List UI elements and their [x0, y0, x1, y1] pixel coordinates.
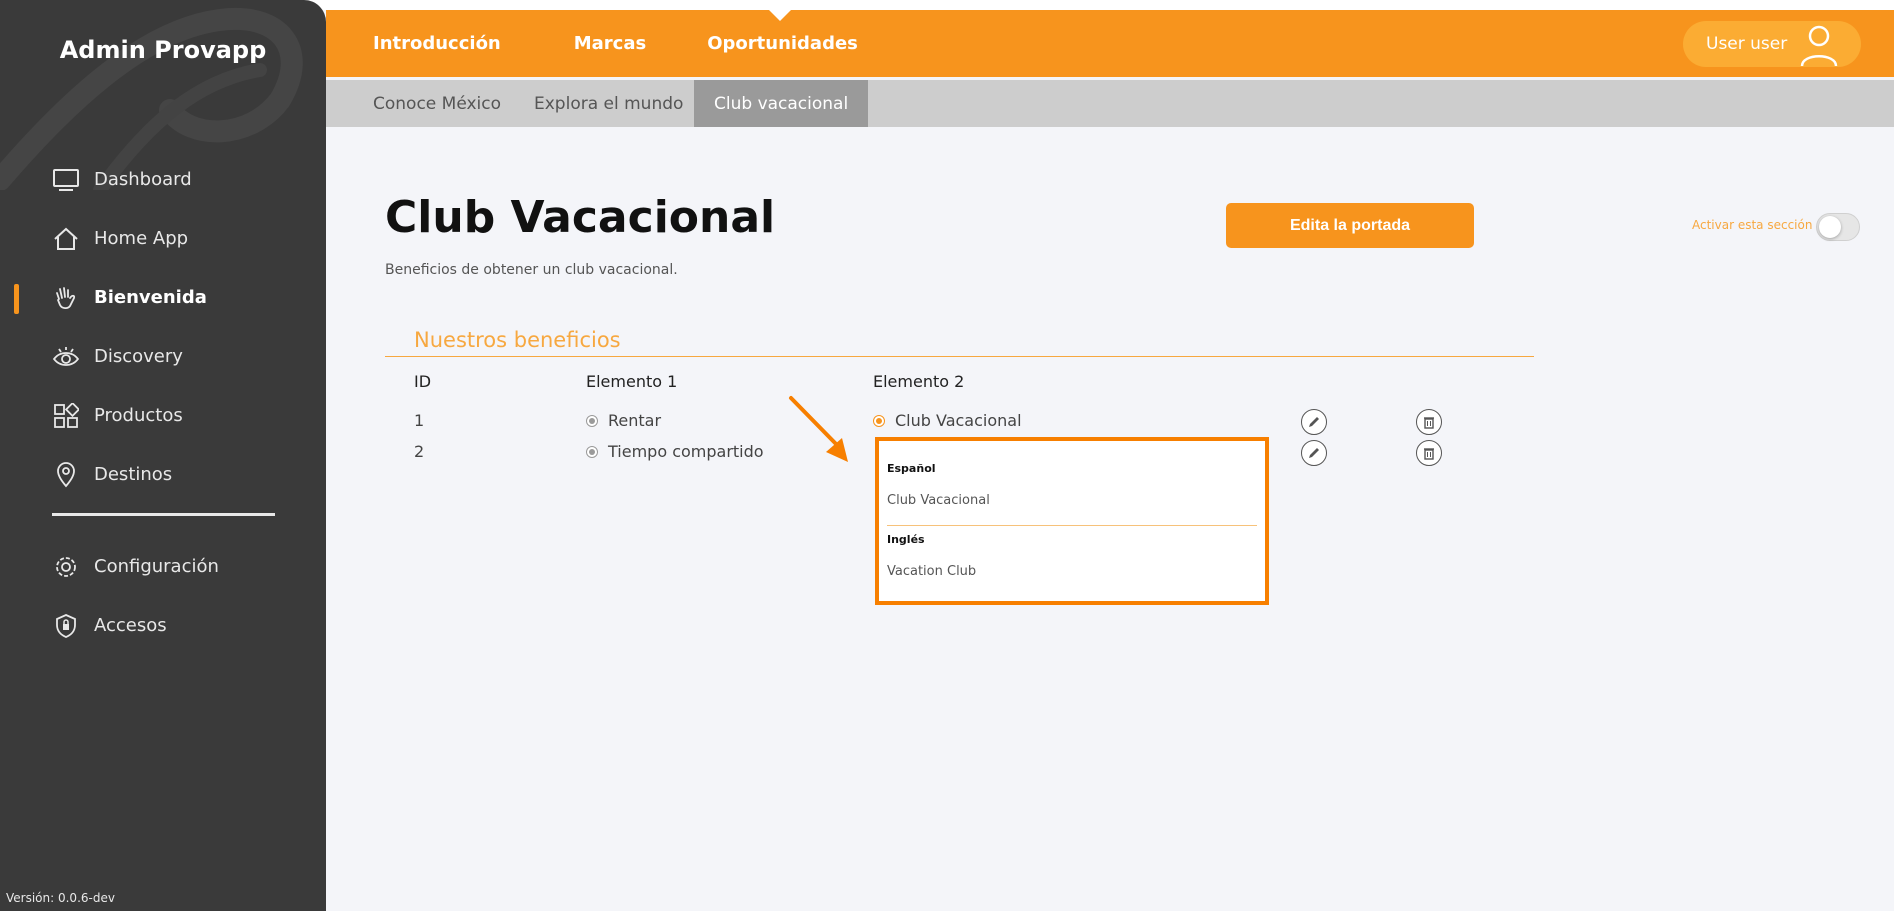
annotation-arrow-icon	[789, 396, 848, 462]
sidebar-item-label: Destinos	[94, 464, 173, 485]
sidebar-item-label: Accesos	[94, 615, 167, 636]
table-row-elemento-1[interactable]: Tiempo compartido	[586, 442, 764, 461]
user-menu[interactable]: User user	[1683, 21, 1861, 67]
table-row-id: 2	[414, 442, 425, 461]
table-row-elemento-1[interactable]: Rentar	[586, 411, 661, 430]
column-header-elemento-2: Elemento 2	[873, 372, 965, 391]
english-value: Vacation Club	[887, 564, 977, 579]
version-label: Versión: 0.0.6-dev	[6, 891, 115, 905]
topnav-item-introduccion[interactable]: Introducción	[373, 33, 501, 54]
table-row-id: 1	[414, 411, 425, 430]
cell-text: Rentar	[608, 411, 662, 430]
sidebar-item-destinos[interactable]: Destinos	[0, 445, 326, 504]
trash-icon	[1424, 417, 1434, 429]
sidebar-divider	[52, 513, 275, 516]
home-icon	[52, 225, 80, 253]
app-title: Admin Provapp	[59, 36, 267, 64]
tab-club-vacacional[interactable]: Club vacacional	[694, 80, 869, 127]
radio-icon	[586, 445, 598, 458]
eye-icon	[52, 343, 80, 371]
translation-popover: Español Club Vacacional Inglés Vacation …	[875, 437, 1269, 605]
radio-icon	[586, 414, 598, 427]
tab-conoce-mexico[interactable]: Conoce México	[373, 80, 501, 127]
user-name: User user	[1706, 34, 1788, 54]
waving-hand-icon	[52, 284, 80, 312]
section-divider	[385, 356, 1534, 357]
english-label: Inglés	[887, 533, 925, 546]
delete-row-button[interactable]	[1416, 409, 1442, 435]
topnav-item-marcas[interactable]: Marcas	[574, 33, 646, 54]
sidebar-item-label: Dashboard	[94, 169, 192, 190]
pencil-icon	[1309, 448, 1319, 458]
activate-section-label: Activar esta sección	[1692, 218, 1813, 232]
topnav-item-oportunidades[interactable]: Oportunidades	[707, 33, 858, 54]
sidebar-item-configuracion[interactable]: Configuración	[0, 537, 326, 596]
sub-tabs: Conoce México Explora el mundo Club vaca…	[326, 80, 1894, 127]
monitor-icon	[52, 166, 80, 194]
edit-row-button[interactable]	[1301, 440, 1327, 466]
sidebar-item-label: Bienvenida	[94, 287, 207, 308]
shield-lock-icon	[52, 612, 80, 640]
tab-explora-el-mundo[interactable]: Explora el mundo	[534, 80, 683, 127]
page-description: Beneficios de obtener un club vacacional…	[385, 262, 678, 278]
top-nav: Introducción Marcas Oportunidades	[373, 10, 931, 77]
spanish-label: Español	[887, 462, 936, 475]
activate-section-toggle[interactable]	[1816, 213, 1860, 241]
table-row-elemento-2[interactable]: Club Vacacional	[873, 411, 1022, 430]
sidebar-item-discovery[interactable]: Discovery	[0, 327, 326, 386]
delete-row-button[interactable]	[1416, 440, 1442, 466]
top-navbar: Introducción Marcas Oportunidades User u…	[326, 10, 1894, 77]
pencil-icon	[1309, 417, 1319, 427]
sidebar-item-dashboard[interactable]: Dashboard	[0, 150, 326, 209]
grid-icon	[52, 402, 80, 430]
sidebar-item-accesos[interactable]: Accesos	[0, 596, 326, 655]
section-title: Nuestros beneficios	[414, 328, 621, 352]
sidebar-nav-secondary: Configuración Accesos	[0, 537, 326, 655]
sidebar-item-label: Configuración	[94, 556, 219, 577]
trash-icon	[1424, 448, 1434, 460]
user-avatar-icon	[1800, 25, 1838, 67]
sidebar-nav: Dashboard Home App Bienvenida Discovery …	[0, 150, 326, 504]
sidebar-item-label: Home App	[94, 228, 189, 249]
gear-icon	[52, 553, 80, 581]
popover-divider	[887, 525, 1257, 526]
sidebar-item-home-app[interactable]: Home App	[0, 209, 326, 268]
sidebar-item-bienvenida[interactable]: Bienvenida	[0, 268, 326, 327]
edit-row-button[interactable]	[1301, 409, 1327, 435]
sidebar-item-productos[interactable]: Productos	[0, 386, 326, 445]
sidebar-item-label: Discovery	[94, 346, 183, 367]
page-title: Club Vacacional	[385, 192, 776, 243]
sidebar-item-label: Productos	[94, 405, 183, 426]
cell-text: Tiempo compartido	[608, 442, 764, 461]
sidebar: Admin Provapp Dashboard Home App Bienven…	[0, 0, 326, 911]
map-pin-icon	[52, 461, 80, 489]
toggle-knob	[1819, 216, 1841, 238]
column-header-id: ID	[414, 372, 432, 391]
column-header-elemento-1: Elemento 1	[586, 372, 678, 391]
edit-cover-button[interactable]: Edita la portada	[1226, 203, 1474, 248]
spanish-value: Club Vacacional	[887, 493, 990, 508]
radio-icon	[873, 414, 885, 427]
cell-text: Club Vacacional	[895, 411, 1022, 430]
